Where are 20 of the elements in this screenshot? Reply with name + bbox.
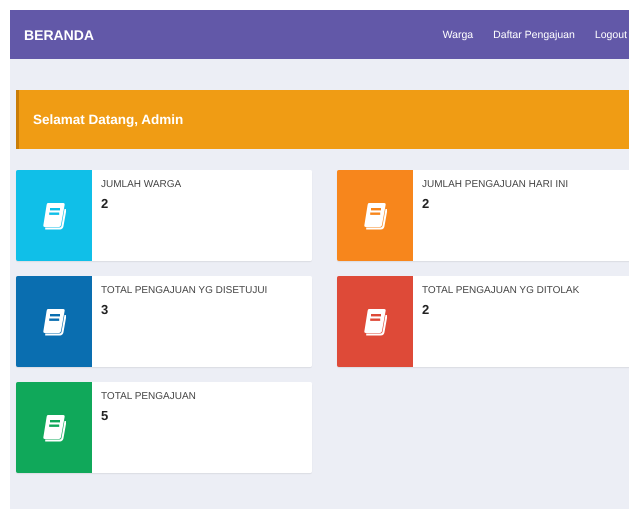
stat-label: TOTAL PENGAJUAN YG DITOLAK bbox=[422, 285, 580, 296]
book-icon bbox=[42, 308, 66, 336]
nav-link[interactable]: Warga bbox=[442, 28, 474, 40]
stat-value: 2 bbox=[422, 302, 430, 317]
welcome-text: Selamat Datang, Admin bbox=[33, 112, 184, 127]
book-icon bbox=[363, 308, 387, 336]
book-icon bbox=[42, 202, 66, 230]
stat-value: 3 bbox=[101, 302, 108, 317]
nav-link[interactable]: Daftar Pengajuan bbox=[493, 28, 575, 40]
stat-label: TOTAL PENGAJUAN bbox=[101, 391, 196, 402]
brand-title[interactable]: BERANDA bbox=[24, 26, 94, 42]
stat-label: TOTAL PENGAJUAN YG DISETUJUI bbox=[101, 285, 268, 296]
nav-link[interactable]: Logout bbox=[594, 28, 627, 40]
stat-value: 2 bbox=[101, 196, 108, 211]
book-icon bbox=[363, 202, 387, 230]
stat-label: JUMLAH PENGAJUAN HARI INI bbox=[422, 179, 568, 190]
stat-value: 2 bbox=[422, 196, 430, 211]
stat-value: 5 bbox=[101, 408, 108, 423]
book-icon bbox=[42, 414, 66, 442]
stat-label: JUMLAH WARGA bbox=[101, 179, 182, 190]
